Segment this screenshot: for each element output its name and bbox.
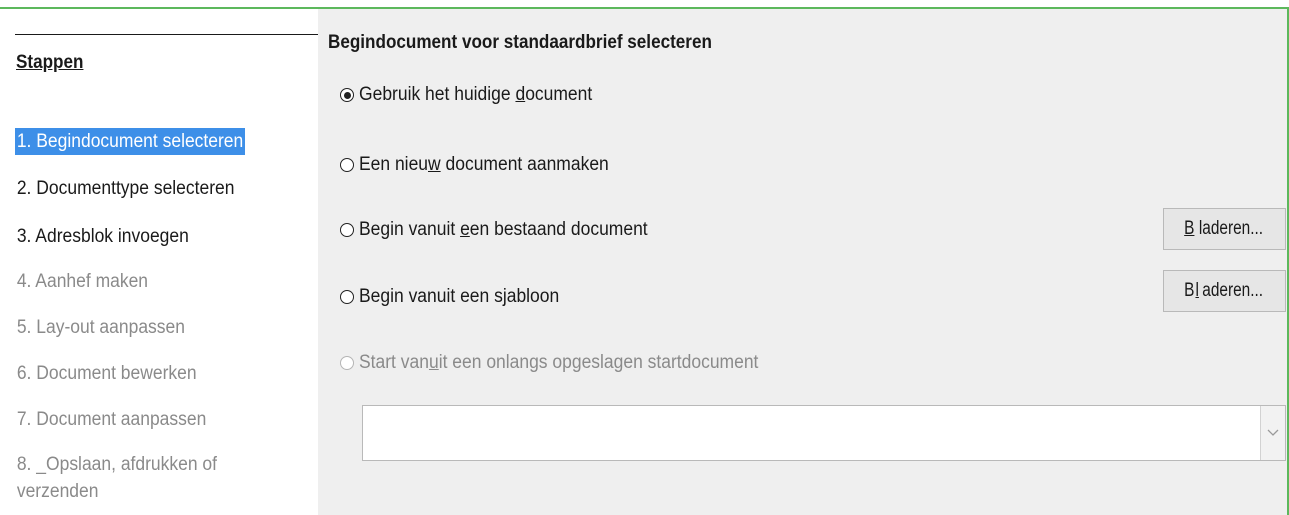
option-existing-document[interactable]: Begin vanuit een bestaand document	[340, 218, 673, 242]
steps-title: Stappen	[16, 52, 84, 73]
option-template[interactable]: Begin vanuit een sjabloon	[340, 285, 577, 309]
option-recent-label: Start vanuit een onlangs opgeslagen star…	[359, 352, 759, 373]
option-new-document[interactable]: Een nieuw document aanmaken	[340, 153, 630, 177]
chevron-down-icon	[1260, 406, 1285, 460]
option-recent-document: Start vanuit een onlangs opgeslagen star…	[340, 351, 793, 375]
step-7-document-aanpassen: 7. Document aanpassen	[16, 409, 207, 430]
option-existing-label: Begin vanuit een bestaand document	[359, 219, 648, 240]
browse-existing-button[interactable]: Bladeren...	[1163, 208, 1286, 250]
radio-unselected-icon	[340, 356, 354, 370]
option-template-label: Begin vanuit een sjabloon	[359, 286, 560, 307]
step-1-begindocument[interactable]: 1. Begindocument selecteren	[15, 128, 246, 155]
radio-selected-icon[interactable]	[340, 88, 354, 102]
step-4-aanhef: 4. Aanhef maken	[16, 271, 149, 292]
sidebar-separator	[15, 34, 318, 35]
steps-sidebar: Stappen 1. Begindocument selecteren 2. D…	[0, 9, 318, 515]
option-current-document[interactable]: Gebruik het huidige document	[340, 83, 613, 107]
main-panel: Begindocument voor standaardbrief select…	[318, 9, 1287, 515]
step-3-adresblok[interactable]: 3. Adresblok invoegen	[15, 223, 191, 250]
page-title: Begindocument voor standaardbrief select…	[328, 32, 712, 53]
step-8-opslaan: 8. _Opslaan, afdrukken of verzenden	[16, 454, 218, 502]
radio-unselected-icon[interactable]	[340, 223, 354, 237]
recent-documents-combo	[362, 405, 1286, 461]
step-6-document-bewerken: 6. Document bewerken	[16, 363, 197, 384]
option-new-label: Een nieuw document aanmaken	[359, 154, 609, 175]
browse-template-button[interactable]: Bl aderen...	[1163, 270, 1286, 312]
option-current-label: Gebruik het huidige document	[359, 84, 593, 105]
radio-unselected-icon[interactable]	[340, 158, 354, 172]
step-2-documenttype[interactable]: 2. Documenttype selecteren	[15, 175, 236, 202]
radio-unselected-icon[interactable]	[340, 290, 354, 304]
step-5-lay-out: 5. Lay-out aanpassen	[16, 317, 185, 338]
